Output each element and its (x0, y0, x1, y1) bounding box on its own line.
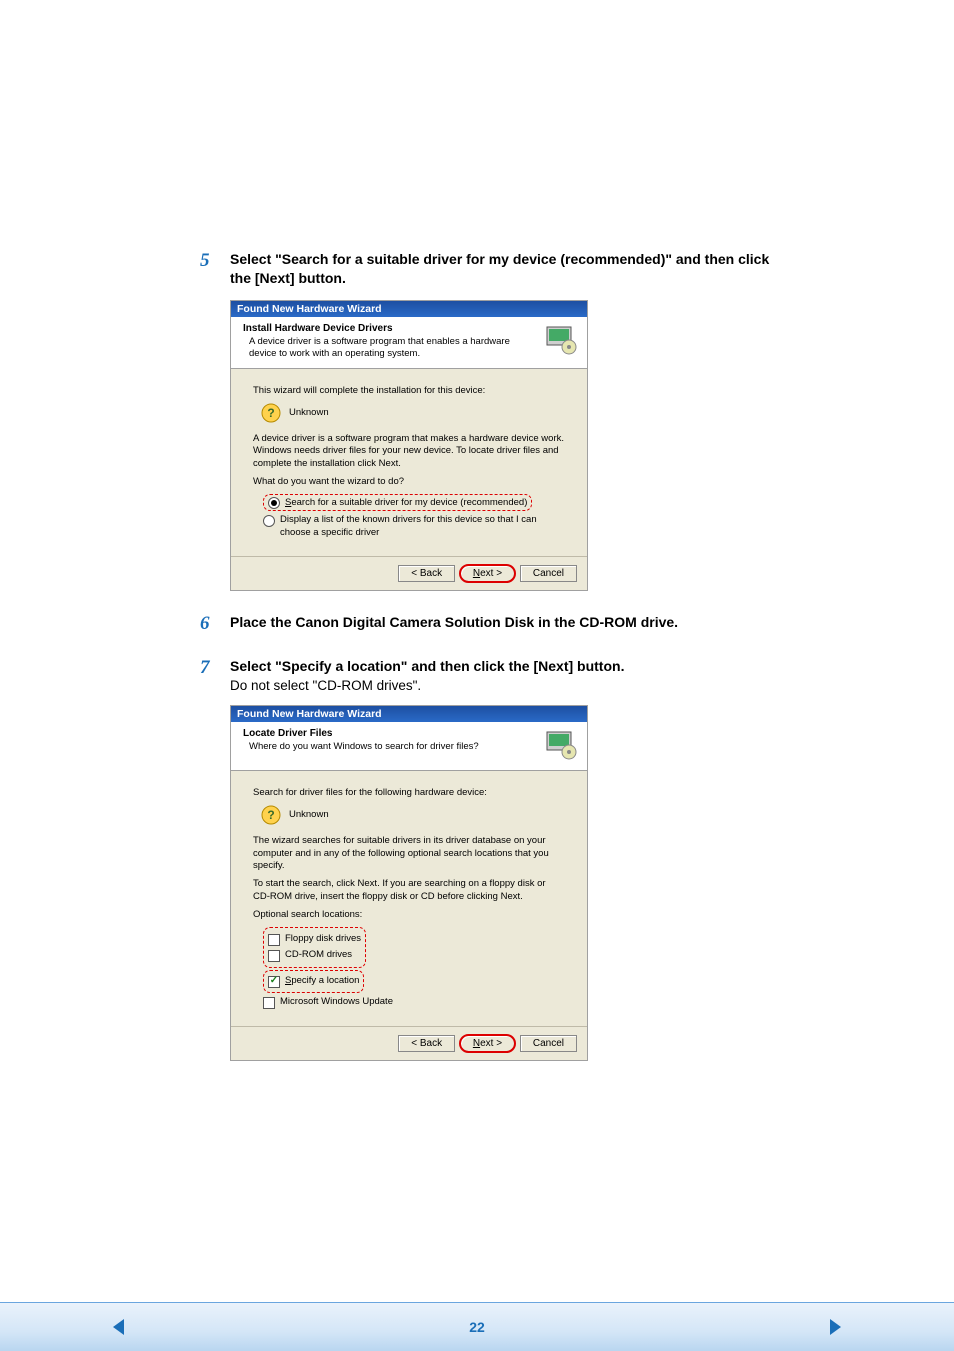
wizard-body: This wizard will complete the installati… (231, 369, 587, 556)
wizard-header-text: Install Hardware Device Drivers A device… (243, 323, 539, 360)
checkbox-floppy[interactable]: Floppy disk drives (268, 933, 361, 946)
next-button[interactable]: Next > (460, 1035, 515, 1052)
wizard-footer: < Back Next > Cancel (231, 556, 587, 590)
back-button[interactable]: < Back (398, 1035, 455, 1052)
checkbox-icon (268, 950, 280, 962)
checkbox-label: Floppy disk drives (285, 933, 361, 945)
cancel-button[interactable]: Cancel (520, 1035, 577, 1052)
radio-label: Search for a suitable driver for my devi… (285, 497, 527, 509)
step-title: Place the Canon Digital Camera Solution … (230, 613, 774, 632)
step-title: Select "Search for a suitable driver for… (230, 250, 774, 288)
checkbox-icon (268, 934, 280, 946)
next-page-icon[interactable] (824, 1317, 844, 1337)
hardware-icon (545, 728, 579, 762)
radio-icon (268, 497, 280, 509)
cancel-button[interactable]: Cancel (520, 565, 577, 582)
unknown-label: Unknown (289, 809, 329, 821)
page-content: 5 Select "Search for a suitable driver f… (0, 0, 954, 1061)
unknown-label: Unknown (289, 407, 329, 419)
wizard-install-drivers: Found New Hardware Wizard Install Hardwa… (230, 300, 588, 591)
wizard-line: Optional search locations: (253, 909, 565, 921)
wizard-line: This wizard will complete the installati… (253, 385, 565, 397)
checkbox-windows-update[interactable]: Microsoft Windows Update (263, 996, 565, 1009)
hardware-icon (545, 323, 579, 357)
checkbox-label: Specify a location (285, 975, 359, 987)
wizard-header-text: Locate Driver Files Where do you want Wi… (243, 728, 539, 753)
radio-search-driver[interactable]: Search for a suitable driver for my devi… (263, 494, 565, 511)
back-button[interactable]: < Back (398, 565, 455, 582)
page-number: 22 (469, 1319, 485, 1335)
question-icon: ? (261, 403, 281, 423)
wizard-header-sub: A device driver is a software program th… (243, 336, 539, 360)
footer-bar: 22 (0, 1302, 954, 1351)
step-body: Select "Specify a location" and then cli… (230, 657, 774, 693)
wizard-header-title: Locate Driver Files (243, 728, 539, 739)
step-title: Select "Specify a location" and then cli… (230, 657, 774, 676)
wizard-header: Install Hardware Device Drivers A device… (231, 317, 587, 369)
window-titlebar: Found New Hardware Wizard (231, 301, 587, 317)
step-number: 7 (200, 657, 230, 679)
wizard-line: To start the search, click Next. If you … (253, 878, 565, 903)
step-body: Select "Search for a suitable driver for… (230, 250, 774, 288)
window-titlebar: Found New Hardware Wizard (231, 706, 587, 722)
step-number: 6 (200, 613, 230, 635)
checkbox-specify-location[interactable]: Specify a location (268, 975, 359, 988)
checkbox-label: CD-ROM drives (285, 949, 352, 961)
wizard-header: Locate Driver Files Where do you want Wi… (231, 722, 587, 771)
next-button[interactable]: Next > (460, 565, 515, 582)
prev-page-icon[interactable] (110, 1317, 130, 1337)
wizard-line: Search for driver files for the followin… (253, 787, 565, 799)
question-icon: ? (261, 805, 281, 825)
step-number: 5 (200, 250, 230, 272)
wizard-footer: < Back Next > Cancel (231, 1026, 587, 1060)
wizard-header-title: Install Hardware Device Drivers (243, 323, 539, 334)
step-body: Place the Canon Digital Camera Solution … (230, 613, 774, 632)
radio-icon (263, 515, 275, 527)
step-subtext: Do not select "CD-ROM drives". (230, 678, 774, 693)
checkbox-label: Microsoft Windows Update (280, 996, 393, 1008)
checkbox-icon (268, 976, 280, 988)
svg-text:?: ? (267, 406, 274, 420)
wizard-header-sub: Where do you want Windows to search for … (243, 741, 539, 753)
radio-display-list[interactable]: Display a list of the known drivers for … (263, 514, 565, 539)
wizard-locate-driver: Found New Hardware Wizard Locate Driver … (230, 705, 588, 1061)
step-7: 7 Select "Specify a location" and then c… (200, 657, 774, 693)
radio-label: Display a list of the known drivers for … (280, 514, 565, 539)
checkbox-icon (263, 997, 275, 1009)
wizard-body: Search for driver files for the followin… (231, 771, 587, 1026)
wizard-line: A device driver is a software program th… (253, 433, 565, 470)
checkbox-cdrom[interactable]: CD-ROM drives (268, 949, 361, 962)
unknown-device-row: ? Unknown (261, 403, 565, 423)
wizard-line: The wizard searches for suitable drivers… (253, 835, 565, 872)
step-6: 6 Place the Canon Digital Camera Solutio… (200, 613, 774, 635)
unknown-device-row: ? Unknown (261, 805, 565, 825)
step-5: 5 Select "Search for a suitable driver f… (200, 250, 774, 288)
svg-text:?: ? (267, 808, 274, 822)
wizard-line: What do you want the wizard to do? (253, 476, 565, 488)
